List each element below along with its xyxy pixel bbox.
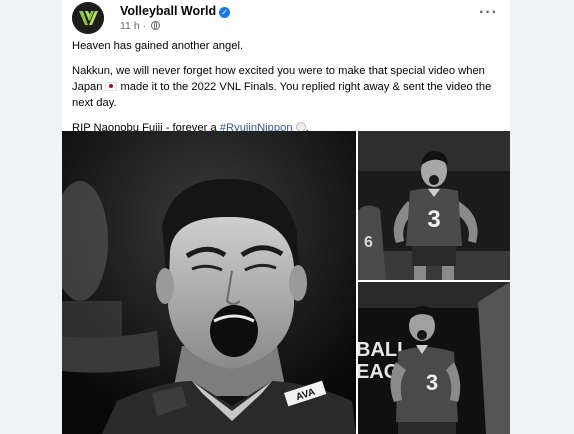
player-celebrating-image: 6 3 <box>358 131 510 280</box>
photo-top-right[interactable]: 6 3 <box>358 131 510 280</box>
post-card: Volleyball World ✓ 11 h · ··· Heaven has … <box>62 0 510 434</box>
volleyball-world-logo-icon <box>72 2 104 34</box>
page-avatar[interactable] <box>72 2 104 34</box>
player-screaming-image: AVA <box>62 131 356 434</box>
post-paragraph-2: Nakkun, we will never forget how excited… <box>72 63 492 111</box>
page-name[interactable]: Volleyball World <box>120 4 216 18</box>
post-header: Volleyball World ✓ 11 h · ··· <box>72 2 502 38</box>
japan-flag-emoji <box>105 82 118 91</box>
player-shouting-image: BALL EAGUE 3 <box>358 282 510 434</box>
more-options-icon[interactable]: ··· <box>479 4 498 22</box>
background-jersey-number: 6 <box>364 234 373 251</box>
photo-grid: AVA 6 3 BALL 3 <box>62 131 510 434</box>
verified-badge-icon: ✓ <box>219 7 231 18</box>
photo-main[interactable]: AVA <box>62 131 356 434</box>
post-timestamp[interactable]: 11 h <box>120 20 140 32</box>
post-meta: 11 h · <box>120 20 161 32</box>
jersey-number-top: 3 <box>427 206 440 233</box>
paragraph-2-part-2: made it to the 2022 VNL Finals. You repl… <box>72 81 492 109</box>
page-name-row: Volleyball World ✓ <box>120 4 231 18</box>
post-paragraph-1: Heaven has gained another angel. <box>72 40 244 52</box>
post-body: Heaven has gained another angel. Nakkun,… <box>72 38 492 145</box>
photo-bottom-right[interactable]: BALL EAGUE 3 <box>358 282 510 434</box>
jersey-number-bottom: 3 <box>426 370 438 395</box>
globe-icon <box>151 21 161 30</box>
